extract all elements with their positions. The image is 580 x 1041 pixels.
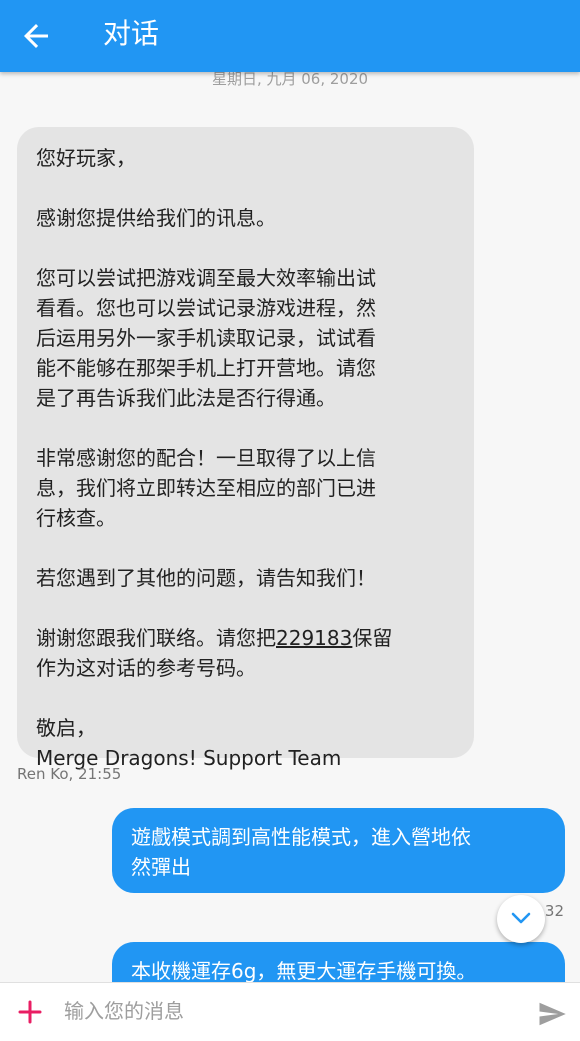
message-meta: 32 (544, 902, 564, 920)
date-separator: 星期日, 九月 06, 2020 (211, 72, 369, 88)
reference-prefix: 谢谢您跟我们联络。请您把 (36, 626, 276, 650)
incoming-message-bubble: 您好玩家， 感谢您提供给我们的讯息。 您可以尝试把游戏调至最大效率输出试 看看。… (17, 127, 474, 770)
back-button[interactable] (18, 18, 54, 54)
message-paragraph-reference: 谢谢您跟我们联络。请您把229183保留 作为这对话的参考号码。 (36, 623, 456, 683)
send-icon (539, 1002, 566, 1026)
arrow-left-icon (24, 24, 48, 48)
conversation-list[interactable]: 星期日, 九月 06, 2020 您好玩家， 感谢您提供给我们的讯息。 您可以尝… (0, 72, 580, 982)
message-paragraph: 感谢您提供给我们的讯息。 (36, 206, 276, 230)
app-bar: 对话 (0, 0, 580, 72)
message-text: 遊戲模式調到高性能模式，進入營地依 然彈出 (131, 825, 471, 879)
message-closing: 敬启， Merge Dragons! Support Team (36, 716, 342, 770)
message-composer (0, 982, 580, 1041)
outgoing-message-bubble: 本收機運存6g，無更大運存手機可換。 (112, 942, 565, 982)
page-title: 对话 (103, 17, 160, 50)
add-attachment-button[interactable] (17, 999, 43, 1025)
message-text: 本收機運存6g，無更大運存手機可換。 (131, 959, 477, 982)
send-button[interactable] (535, 999, 569, 1029)
plus-icon (18, 1000, 42, 1024)
message-paragraph: 您好玩家， (36, 146, 136, 170)
reference-number-link[interactable]: 229183 (276, 626, 352, 650)
message-paragraph: 您可以尝试把游戏调至最大效率输出试 看看。您也可以尝试记录游戏进程，然 后运用另… (36, 266, 376, 410)
message-paragraph: 非常感谢您的配合！一旦取得了以上信 息，我们将立即转达至相应的部门已进 行核查。 (36, 446, 376, 530)
chevron-down-icon (511, 912, 531, 924)
message-paragraph: 若您遇到了其他的问题，请告知我们！ (36, 566, 376, 590)
scroll-to-bottom-button[interactable] (497, 895, 545, 943)
message-input[interactable] (64, 991, 504, 1031)
outgoing-message-bubble: 遊戲模式調到高性能模式，進入營地依 然彈出 (112, 808, 565, 893)
message-meta: Ren Ko, 21:55 (17, 765, 122, 783)
